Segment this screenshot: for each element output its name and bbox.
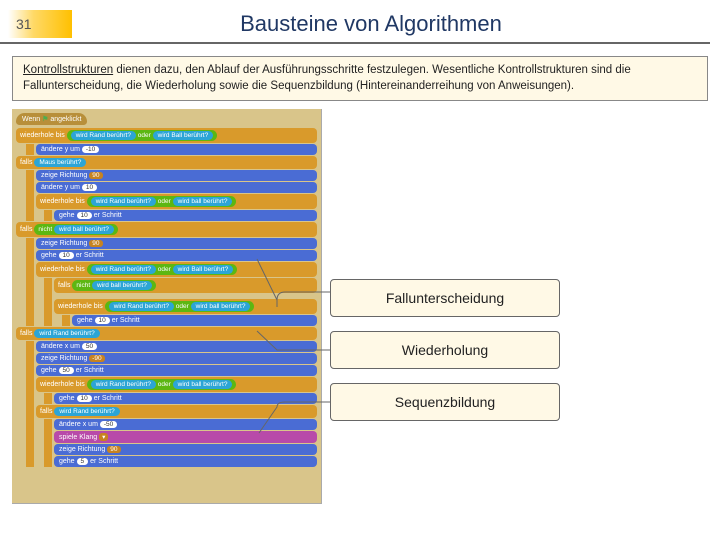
callout-label: Fallunterscheidung (386, 290, 504, 306)
scratch-code-panel: Wenn ⚑ angeklickt wiederhole bis wird Ra… (12, 109, 322, 504)
callout-fallunterscheidung: Fallunterscheidung (330, 279, 560, 317)
callout-wiederholung: Wiederholung (330, 331, 560, 369)
intro-text-box: Kontrollstrukturen dienen dazu, den Abla… (12, 56, 708, 101)
page-title: Bausteine von Algorithmen (72, 11, 710, 37)
if-block: falls nicht wird ball berührt? (16, 222, 317, 237)
callout-tail-icon (277, 341, 331, 359)
sound-block: spiele Klang ▾ (54, 431, 317, 443)
repeat-until-block: wiederhole bis wird Rand berührt? oder w… (16, 128, 317, 143)
if-block: falls wird Rand berührt? (16, 327, 317, 340)
callout-sequenzbildung: Sequenzbildung (330, 383, 560, 421)
callout-label: Sequenzbildung (395, 394, 495, 410)
intro-rest: dienen dazu, den Ablauf der Ausführungss… (23, 64, 631, 92)
if-block: falls Maus berührt? (16, 156, 317, 169)
callout-tail-icon (277, 289, 331, 307)
page-number: 31 (16, 16, 32, 32)
intro-keyword: Kontrollstrukturen (23, 64, 113, 76)
slide-header: 31 Bausteine von Algorithmen (0, 6, 710, 44)
hat-block: Wenn ⚑ angeklickt (16, 113, 87, 125)
content-area: Wenn ⚑ angeklickt wiederhole bis wird Ra… (0, 109, 720, 504)
page-number-badge: 31 (8, 10, 72, 38)
callout-tail-icon (277, 393, 331, 411)
motion-block: ändere y um -10 (36, 144, 317, 155)
callout-label: Wiederholung (402, 342, 488, 358)
